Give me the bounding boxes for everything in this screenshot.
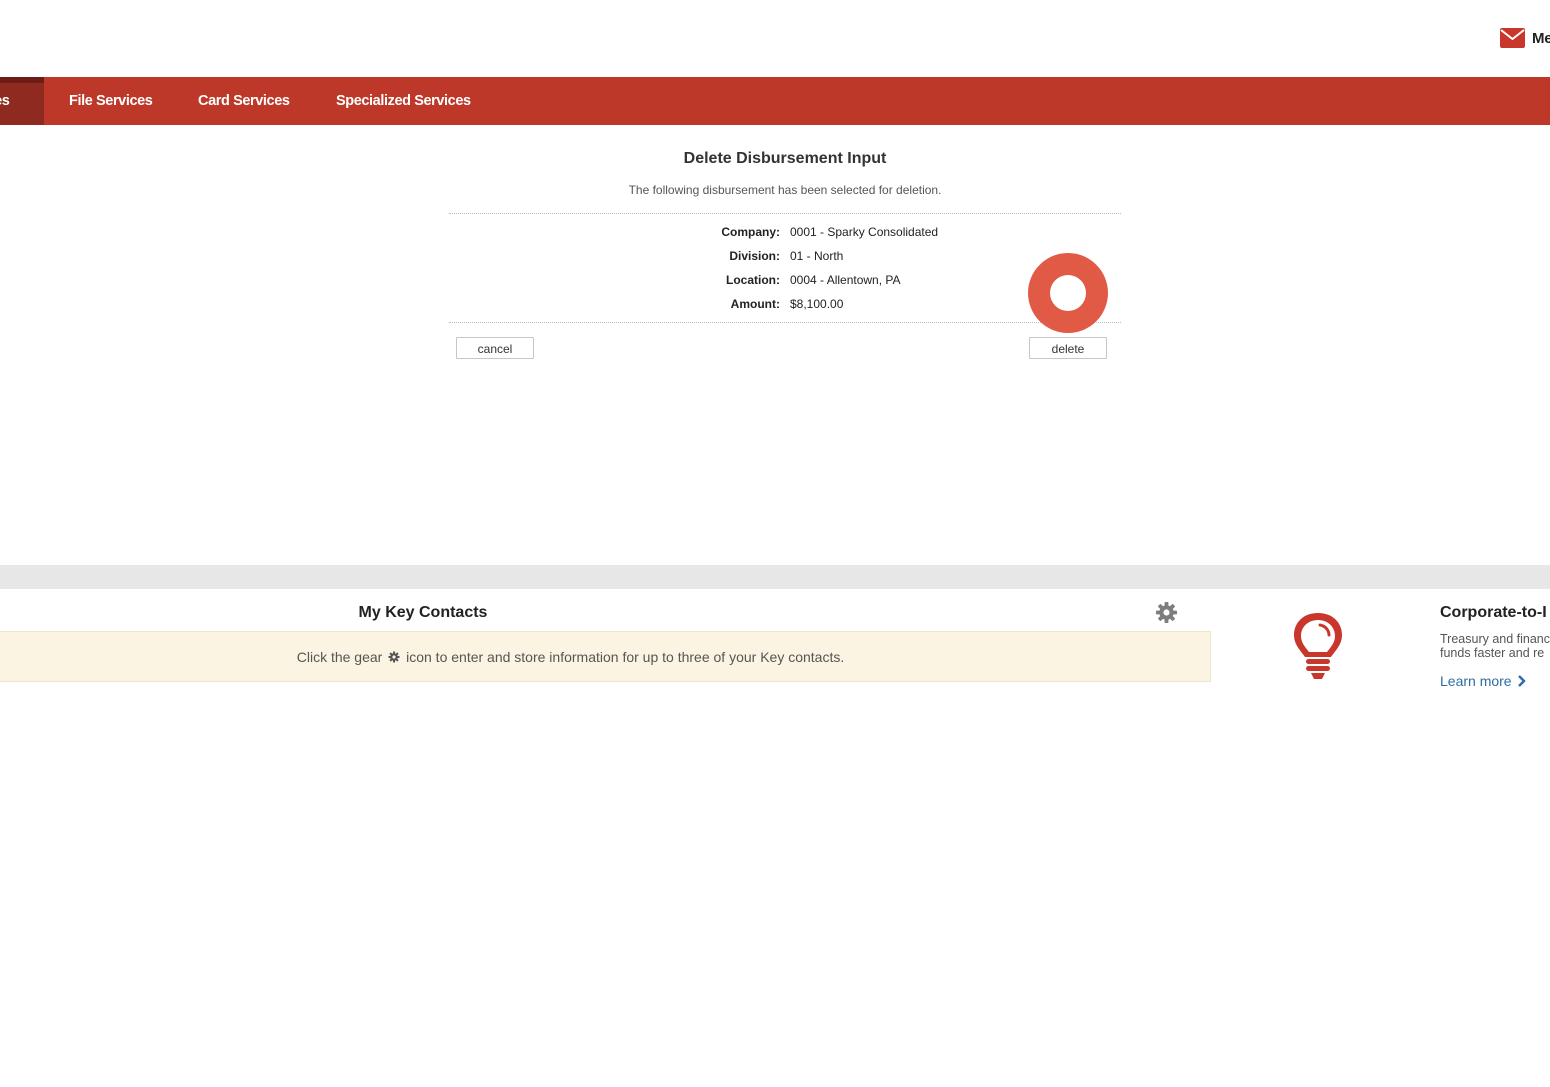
promo-text-line: Treasury and financ xyxy=(1440,632,1550,646)
detail-value: 0001 - Sparky Consolidated xyxy=(790,225,939,239)
nav-item-payables[interactable]: bles xyxy=(0,77,44,125)
detail-value: $8,100.00 xyxy=(790,297,844,311)
learn-more-link[interactable]: Learn more xyxy=(1440,673,1527,689)
key-contacts-message: Click the gear icon to enter and store i… xyxy=(0,649,1142,665)
delete-disbursement-panel: Delete Disbursement Input The following … xyxy=(449,140,1121,323)
disbursement-details: Company: 0001 - Sparky Consolidated Divi… xyxy=(449,214,1121,322)
top-header: Me xyxy=(0,0,1550,77)
delete-button[interactable]: delete xyxy=(1029,337,1107,359)
gear-icon xyxy=(388,651,400,663)
nav-item-specialized-services[interactable]: Specialized Services xyxy=(336,77,471,125)
message-text: Click the gear xyxy=(296,649,383,665)
message-text: icon to enter and store information for … xyxy=(406,649,845,665)
learn-more-label: Learn more xyxy=(1440,673,1512,689)
detail-label: Division: xyxy=(729,249,780,263)
gear-icon[interactable] xyxy=(1155,601,1178,624)
detail-label: Amount: xyxy=(730,297,780,311)
messages-label: Me xyxy=(1532,29,1550,47)
click-indicator xyxy=(1028,253,1108,333)
detail-value: 0004 - Allentown, PA xyxy=(790,273,901,287)
detail-label: Company: xyxy=(721,225,780,239)
nav-item-file-services[interactable]: File Services xyxy=(69,77,153,125)
cancel-button[interactable]: cancel xyxy=(456,337,534,359)
key-contacts-notice: Click the gear icon to enter and store i… xyxy=(0,631,1211,682)
key-contacts-title: My Key Contacts xyxy=(358,604,488,621)
main-nav: bles File Services Card Services Special… xyxy=(0,77,1550,125)
detail-row-amount: Amount: $8,100.00 xyxy=(449,297,1121,321)
nav-item-label: bles xyxy=(0,93,10,109)
detail-row-company: Company: 0001 - Sparky Consolidated xyxy=(449,225,1121,249)
promo-text-line: funds faster and re xyxy=(1440,646,1545,660)
lightbulb-icon xyxy=(1294,613,1342,679)
messages-link[interactable]: Me xyxy=(1500,28,1550,48)
section-divider-band xyxy=(0,565,1550,589)
envelope-icon xyxy=(1500,28,1525,48)
nav-item-card-services[interactable]: Card Services xyxy=(198,77,290,125)
page-title: Delete Disbursement Input xyxy=(683,150,887,167)
detail-value: 01 - North xyxy=(790,249,844,263)
promo-title: Corporate-to-I xyxy=(1440,604,1547,621)
promo-text: Treasury and financ funds faster and re xyxy=(1440,632,1550,660)
detail-label: Location: xyxy=(726,273,780,287)
chevron-right-icon xyxy=(1518,675,1527,687)
panel-subtitle: The following disbursement has been sele… xyxy=(628,183,942,197)
divider xyxy=(449,322,1121,323)
detail-row-location: Location: 0004 - Allentown, PA xyxy=(449,273,1121,297)
detail-row-division: Division: 01 - North xyxy=(449,249,1121,273)
